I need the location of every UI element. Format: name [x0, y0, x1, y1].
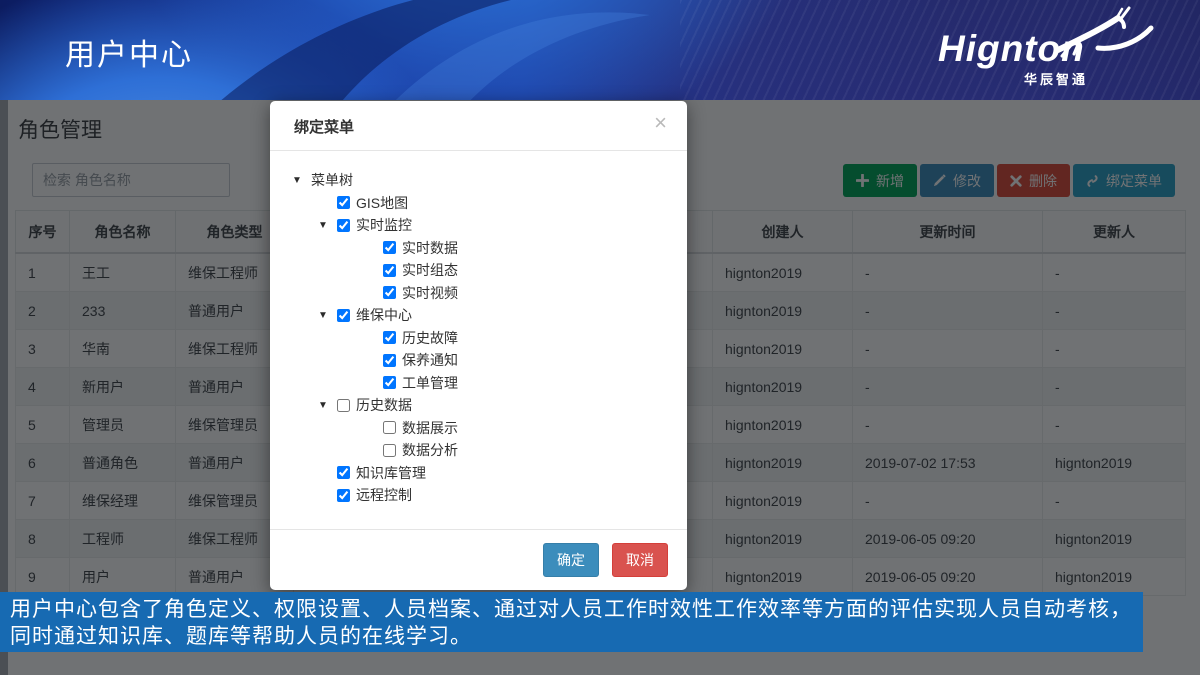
tree-checkbox[interactable]	[337, 309, 350, 322]
tree-node-label[interactable]: 菜单树	[311, 170, 353, 190]
tree-node: ▼数据分析	[270, 439, 667, 462]
modal-title: 绑定菜单	[294, 119, 354, 136]
tree-checkbox[interactable]	[337, 399, 350, 412]
tree-checkbox[interactable]	[383, 354, 396, 367]
tree-checkbox[interactable]	[383, 376, 396, 389]
menu-tree: ▼菜单树▼GIS地图▼实时监控▼实时数据▼实时组态▼实时视频▼维保中心▼历史故障…	[270, 151, 687, 529]
tree-node: ▼保养通知	[270, 349, 667, 372]
modal-footer: 确定 取消	[270, 529, 687, 590]
tree-node-label[interactable]: 历史数据	[356, 395, 412, 415]
close-icon[interactable]: ×	[648, 111, 673, 135]
tree-checkbox[interactable]	[337, 466, 350, 479]
caret-down-icon[interactable]: ▼	[318, 220, 337, 231]
tree-checkbox[interactable]	[383, 241, 396, 254]
tree-node: ▼ 维保中心	[270, 304, 667, 327]
tree-node-label[interactable]: 历史故障	[402, 328, 458, 348]
tree-node: ▼实时数据	[270, 237, 667, 260]
tree-checkbox[interactable]	[383, 444, 396, 457]
tree-checkbox[interactable]	[337, 219, 350, 232]
tree-checkbox[interactable]	[383, 331, 396, 344]
brand-logo: Hignton 华辰智通	[938, 4, 1148, 96]
tree-node-label[interactable]: 工单管理	[402, 373, 458, 393]
screen: 用户中心 Hignton 华辰智通 角色管理	[0, 0, 1200, 675]
modal-header: 绑定菜单 ×	[270, 101, 687, 151]
tree-node: ▼ 历史数据	[270, 394, 667, 417]
tree-node: ▼GIS地图	[270, 192, 667, 215]
tree-checkbox[interactable]	[337, 196, 350, 209]
tree-node-label[interactable]: 保养通知	[402, 350, 458, 370]
tree-node: ▼实时组态	[270, 259, 667, 282]
brand-name: Hignton	[938, 28, 1085, 70]
caret-down-icon[interactable]: ▼	[318, 400, 337, 411]
tree-node: ▼数据展示	[270, 417, 667, 440]
tree-node-label[interactable]: 实时监控	[356, 215, 412, 235]
tree-node-label[interactable]: 实时视频	[402, 283, 458, 303]
caret-down-icon[interactable]: ▼	[318, 310, 337, 321]
caret-down-icon[interactable]: ▼	[292, 175, 311, 186]
tree-node-label[interactable]: 维保中心	[356, 305, 412, 325]
confirm-button[interactable]: 确定	[543, 543, 599, 577]
tree-node-label[interactable]: 知识库管理	[356, 463, 426, 483]
tree-node: ▼远程控制	[270, 484, 667, 507]
tree-checkbox[interactable]	[383, 286, 396, 299]
tree-node-label[interactable]: 实时组态	[402, 260, 458, 280]
brand-subname: 华辰智通	[1024, 69, 1088, 88]
tree-node: ▼工单管理	[270, 372, 667, 395]
tree-node-label[interactable]: GIS地图	[356, 193, 408, 213]
tree-node: ▼ 实时监控	[270, 214, 667, 237]
tree-checkbox[interactable]	[383, 421, 396, 434]
cancel-button[interactable]: 取消	[612, 543, 668, 577]
top-banner: 用户中心 Hignton 华辰智通	[0, 0, 1200, 100]
tree-node-label[interactable]: 数据分析	[402, 440, 458, 460]
page-title: 用户中心	[65, 30, 193, 74]
tree-node: ▼历史故障	[270, 327, 667, 350]
tree-node-label[interactable]: 实时数据	[402, 238, 458, 258]
tree-checkbox[interactable]	[337, 489, 350, 502]
tree-node: ▼实时视频	[270, 282, 667, 305]
tree-node-label[interactable]: 远程控制	[356, 485, 412, 505]
tree-node: ▼菜单树	[270, 169, 667, 192]
tree-node: ▼知识库管理	[270, 462, 667, 485]
description-caption: 用户中心包含了角色定义、权限设置、人员档案、通过对人员工作时效性工作效率等方面的…	[0, 592, 1143, 652]
bind-menu-modal: 绑定菜单 × ▼菜单树▼GIS地图▼实时监控▼实时数据▼实时组态▼实时视频▼维保…	[270, 101, 687, 590]
tree-node-label[interactable]: 数据展示	[402, 418, 458, 438]
banner-swoosh-art	[150, 0, 710, 100]
tree-checkbox[interactable]	[383, 264, 396, 277]
